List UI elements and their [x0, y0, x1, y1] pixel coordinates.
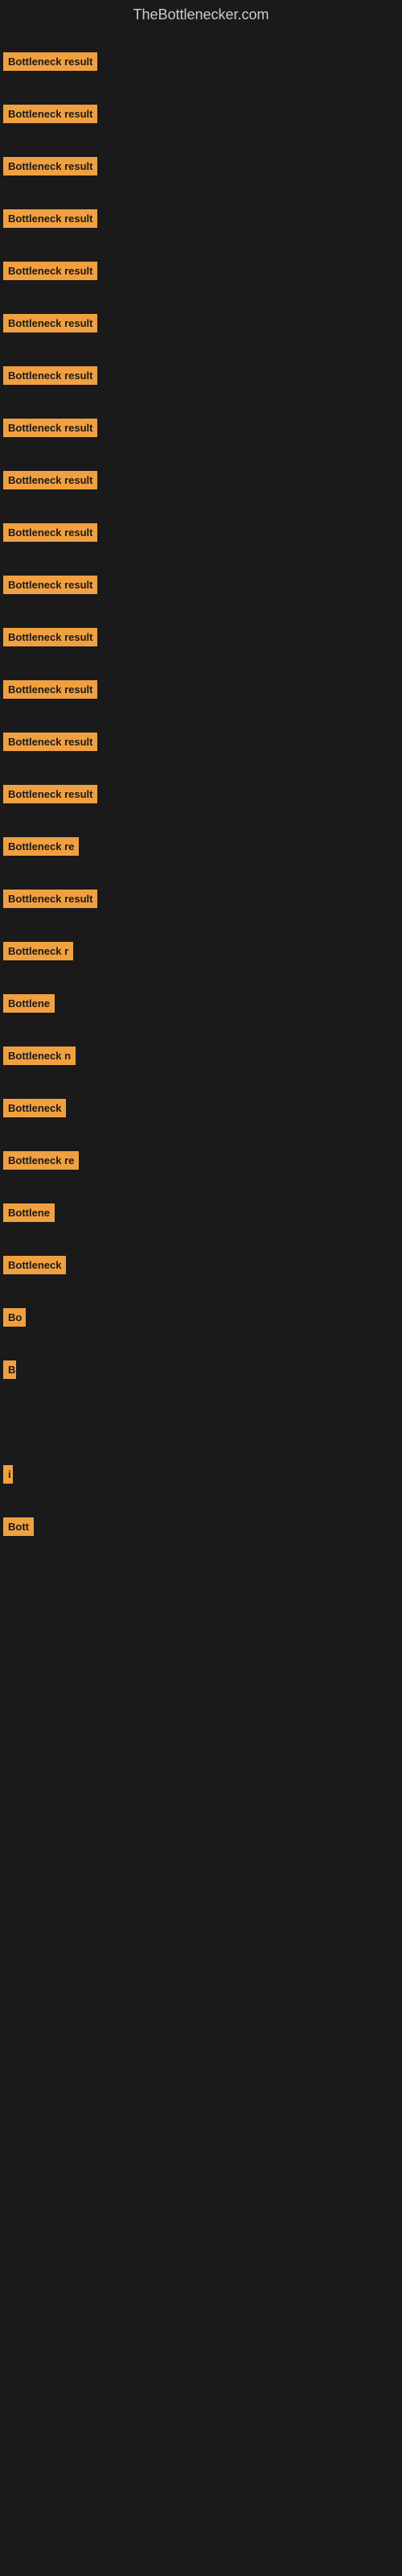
bottleneck-badge: Bottleneck result [3, 628, 97, 646]
list-item: Bottleneck result [0, 149, 402, 193]
list-item: Bottlene [0, 1195, 402, 1240]
bottleneck-badge: Bottleneck result [3, 576, 97, 594]
bottleneck-badge: Bottleneck result [3, 262, 97, 280]
list-item: i [0, 1457, 402, 1501]
bottleneck-badge: Bottleneck result [3, 105, 97, 123]
bottleneck-badge: i [3, 1465, 13, 1484]
list-item: Bottleneck result [0, 672, 402, 716]
list-item: Bottleneck [0, 1248, 402, 1292]
list-item: Bottleneck re [0, 1143, 402, 1187]
bottleneck-badge: Bottleneck re [3, 1151, 79, 1170]
bottleneck-badge: Bottleneck result [3, 785, 97, 803]
list-item: Bottleneck result [0, 724, 402, 769]
bottleneck-badge: Bottleneck re [3, 837, 79, 856]
list-item: Bottleneck result [0, 44, 402, 89]
list-item: Bottleneck result [0, 463, 402, 507]
list-item: B [0, 1352, 402, 1397]
list-item: Bottleneck result [0, 568, 402, 612]
bottleneck-badge: Bottleneck [3, 1099, 66, 1117]
bottleneck-badge: Bottleneck result [3, 157, 97, 175]
bottleneck-badge: Bottleneck result [3, 523, 97, 542]
bottleneck-badge: Bottleneck r [3, 942, 73, 960]
list-item: Bott [0, 1509, 402, 1554]
list-item: Bottleneck result [0, 358, 402, 402]
list-item: Bottleneck result [0, 881, 402, 926]
list-item: Bottleneck result [0, 515, 402, 559]
bottleneck-badge: Bo [3, 1308, 26, 1327]
list-item: Bottleneck n [0, 1038, 402, 1083]
list-item: Bottleneck re [0, 829, 402, 873]
bottleneck-badge: Bottleneck result [3, 890, 97, 908]
list-item: Bottleneck result [0, 411, 402, 455]
list-item: Bottleneck result [0, 777, 402, 821]
list-item: Bottleneck result [0, 97, 402, 141]
bottleneck-badge: Bottleneck result [3, 52, 97, 71]
list-item: Bottleneck result [0, 254, 402, 298]
bottleneck-badge: Bottlene [3, 1203, 55, 1222]
bottleneck-badge: B [3, 1360, 16, 1379]
bottleneck-badge: Bottleneck result [3, 733, 97, 751]
bottleneck-badge: Bottleneck result [3, 471, 97, 489]
list-item: Bottleneck r [0, 934, 402, 978]
list-item: Bottleneck result [0, 306, 402, 350]
bottleneck-badge: Bottleneck [3, 1256, 66, 1274]
site-title: TheBottlenecker.com [0, 0, 402, 30]
list-item: Bottleneck result [0, 620, 402, 664]
bottleneck-badge: Bottleneck result [3, 680, 97, 699]
bottleneck-badge: Bottleneck result [3, 314, 97, 332]
list-item: Bo [0, 1300, 402, 1344]
list-item: Bottleneck result [0, 201, 402, 246]
list-item: Bottleneck [0, 1091, 402, 1135]
bottleneck-badge: Bottleneck result [3, 366, 97, 385]
bottleneck-badge: Bottleneck n [3, 1046, 76, 1065]
bottleneck-badge: Bottleneck result [3, 419, 97, 437]
list-item: Bottlene [0, 986, 402, 1030]
bottleneck-badge: Bottlene [3, 994, 55, 1013]
bottleneck-badge: Bottleneck result [3, 209, 97, 228]
bottleneck-badge: Bott [3, 1517, 34, 1536]
